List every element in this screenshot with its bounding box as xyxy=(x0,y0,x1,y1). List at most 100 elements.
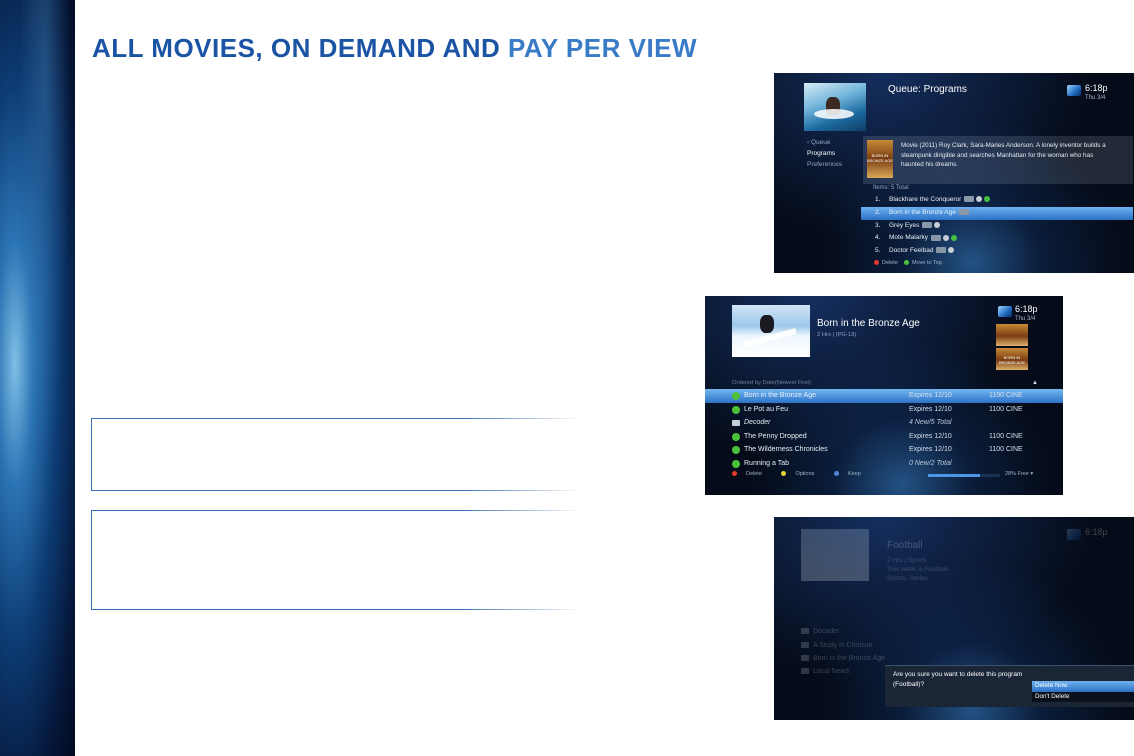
row-title: Born in the Bronze Age xyxy=(744,392,816,399)
clock: 6:18p xyxy=(1085,528,1108,537)
clock-time: 6:18p xyxy=(1085,527,1108,537)
note-box-bottom xyxy=(91,509,581,611)
clock-date: Thu 3/4 xyxy=(1015,316,1036,322)
program-title: Born in the Bronze Age xyxy=(817,318,920,329)
poster-thumbnail xyxy=(996,324,1028,346)
list-row: Local News xyxy=(801,668,849,675)
row-title: Running a Tab xyxy=(744,459,790,467)
row-title: Blackhare the Conqueror xyxy=(889,196,962,203)
screen-title: Queue: Programs xyxy=(888,84,967,95)
program-row[interactable]: Le Pot au Feu Expires 12/10 1100 CINE xyxy=(705,403,1063,417)
program-genre: Sports, Series xyxy=(887,575,928,582)
program-status-icon xyxy=(732,432,740,441)
program-status-icon xyxy=(732,446,740,455)
items-count: Items: 5 Total xyxy=(873,185,909,191)
dont-delete-option[interactable]: Don't Delete xyxy=(1032,691,1134,702)
row-count: 4 New/5 Total xyxy=(909,419,952,427)
blue-button-icon xyxy=(833,471,839,477)
program-row[interactable]: The Wilderness Chronicles Expires 12/10 11… xyxy=(705,443,1063,457)
row-expires: Expires 12/10 xyxy=(909,392,952,399)
nav-item-queue[interactable]: ‹ Queue xyxy=(804,137,856,148)
sort-order-label: Ordered by Date(Newest First) xyxy=(732,380,811,386)
program-row-selected[interactable]: Born in the Bronze Age Expires 12/10 1100 … xyxy=(705,389,1063,403)
program-description: Movie (2011) Roy Clark, Sara-Maries Ande… xyxy=(901,142,1106,169)
legend-options: Options xyxy=(795,471,815,477)
delete-now-option[interactable]: Delete Now xyxy=(1032,681,1134,692)
free-space-label: 28% Free ▾ xyxy=(1005,471,1034,477)
row-title: The Wilderness Chronicles xyxy=(744,446,828,454)
program-subtitle: This week in Football xyxy=(887,566,949,573)
queue-row[interactable]: 3. Grey Eyes xyxy=(861,220,1133,233)
disk-space-fill xyxy=(928,474,980,477)
page-title: ALL MOVIES, ON DEMAND AND PAY PER VIEW xyxy=(92,33,697,64)
row-title: Born in the Bronze Age xyxy=(889,208,956,216)
directv-logo-icon xyxy=(998,306,1012,317)
row-number: 4. xyxy=(875,234,881,242)
queue-row[interactable]: 4. Mote Malarky xyxy=(861,232,1133,245)
row-title: Le Pot au Feu xyxy=(744,405,788,413)
program-title: Football xyxy=(887,540,923,551)
side-nav: ‹ Queue Programs Preferences xyxy=(804,137,856,170)
rating-icon xyxy=(948,247,955,254)
poster-stack: BORN IN BRONZE AGE xyxy=(996,324,1028,372)
program-status-icon xyxy=(732,459,740,468)
queue-row[interactable]: 5. Doctor Feelbad xyxy=(861,245,1133,258)
program-status-icon xyxy=(732,392,740,400)
directv-logo-icon xyxy=(1067,529,1081,540)
hd-icon xyxy=(958,209,969,216)
button-legend: Delete Options Keep xyxy=(732,471,879,477)
play-icon xyxy=(984,196,991,203)
page-title-part1: ALL MOVIES, ON DEMAND AND xyxy=(92,33,509,63)
queue-row[interactable]: 1. Blackhare the Conqueror xyxy=(861,194,1133,207)
legend-move-to-top: Move to Top xyxy=(912,260,942,266)
list-row: A Study in Crimson xyxy=(801,642,873,649)
nav-item-preferences[interactable]: Preferences xyxy=(804,159,856,170)
row-title: Mote Malarky xyxy=(889,234,929,242)
button-legend: Delete Move to Top xyxy=(874,260,942,266)
folder-icon xyxy=(732,420,740,427)
row-expires: Expires 12/10 xyxy=(909,432,952,440)
hd-icon xyxy=(922,221,933,228)
row-number: 5. xyxy=(875,247,881,255)
clock: 6:18p Thu 3/4 xyxy=(1015,305,1038,324)
page-title-part2: PAY PER VIEW xyxy=(508,33,698,63)
hd-icon xyxy=(936,247,947,254)
legend-delete: Delete xyxy=(882,260,898,266)
nav-item-programs[interactable]: Programs xyxy=(804,148,856,159)
green-button-icon xyxy=(904,260,910,266)
program-status-icon xyxy=(732,405,740,414)
red-button-icon xyxy=(732,471,737,477)
queue-programs-screen: Queue: Programs 6:18p Thu 3/4 ‹ Queue Pr… xyxy=(774,73,1134,273)
program-thumbnail xyxy=(804,83,866,131)
delete-dialog: Are you sure you want to delete this pro… xyxy=(885,665,1134,707)
movie-poster: BORN IN BRONZE AGE xyxy=(867,140,893,178)
dialog-options: Delete Now Don't Delete xyxy=(1032,681,1134,702)
row-title: The Penny Dropped xyxy=(744,432,807,440)
program-row[interactable]: The Penny Dropped Expires 12/10 1100 CINE xyxy=(705,430,1063,444)
queue-list: 1. Blackhare the Conqueror 2. Born in the … xyxy=(861,194,1133,258)
program-thumbnail xyxy=(801,529,869,581)
scroll-up-icon[interactable]: ▲ xyxy=(1032,380,1038,386)
row-channel: 1100 CINE xyxy=(989,405,1023,413)
clock-date: Thu 3/4 xyxy=(1085,95,1106,101)
row-channel: 1100 CINE xyxy=(989,432,1023,440)
program-meta: 2 Hrs | Sports xyxy=(887,557,927,564)
row-number: 3. xyxy=(875,221,881,229)
list-row: Born in the Bronze Age xyxy=(801,655,885,662)
program-row[interactable]: Running a Tab 0 New/2 Total xyxy=(705,457,1063,471)
rating-icon xyxy=(976,196,983,203)
description-panel: BORN IN BRONZE AGE Movie (2011) Roy Clar… xyxy=(863,136,1133,184)
directv-logo-icon xyxy=(1067,85,1081,96)
row-count: 0 New/2 Total xyxy=(909,459,952,467)
queue-row-selected[interactable]: 2. Born in the Bronze Age xyxy=(861,206,1133,220)
row-expires: Expires 12/10 xyxy=(909,446,952,454)
disk-space-bar xyxy=(928,474,1000,477)
clock-time: 6:18p xyxy=(1085,83,1108,93)
folder-row[interactable]: Decoder 4 New/5 Total xyxy=(705,416,1063,430)
hd-icon xyxy=(931,234,942,241)
row-channel: 1100 CINE xyxy=(989,446,1023,454)
rating-icon xyxy=(943,234,950,241)
row-title: Doctor Feelbad xyxy=(889,247,934,255)
program-list: Born in the Bronze Age Expires 12/10 1100 … xyxy=(705,389,1063,471)
list-row: Decoder xyxy=(801,628,839,635)
